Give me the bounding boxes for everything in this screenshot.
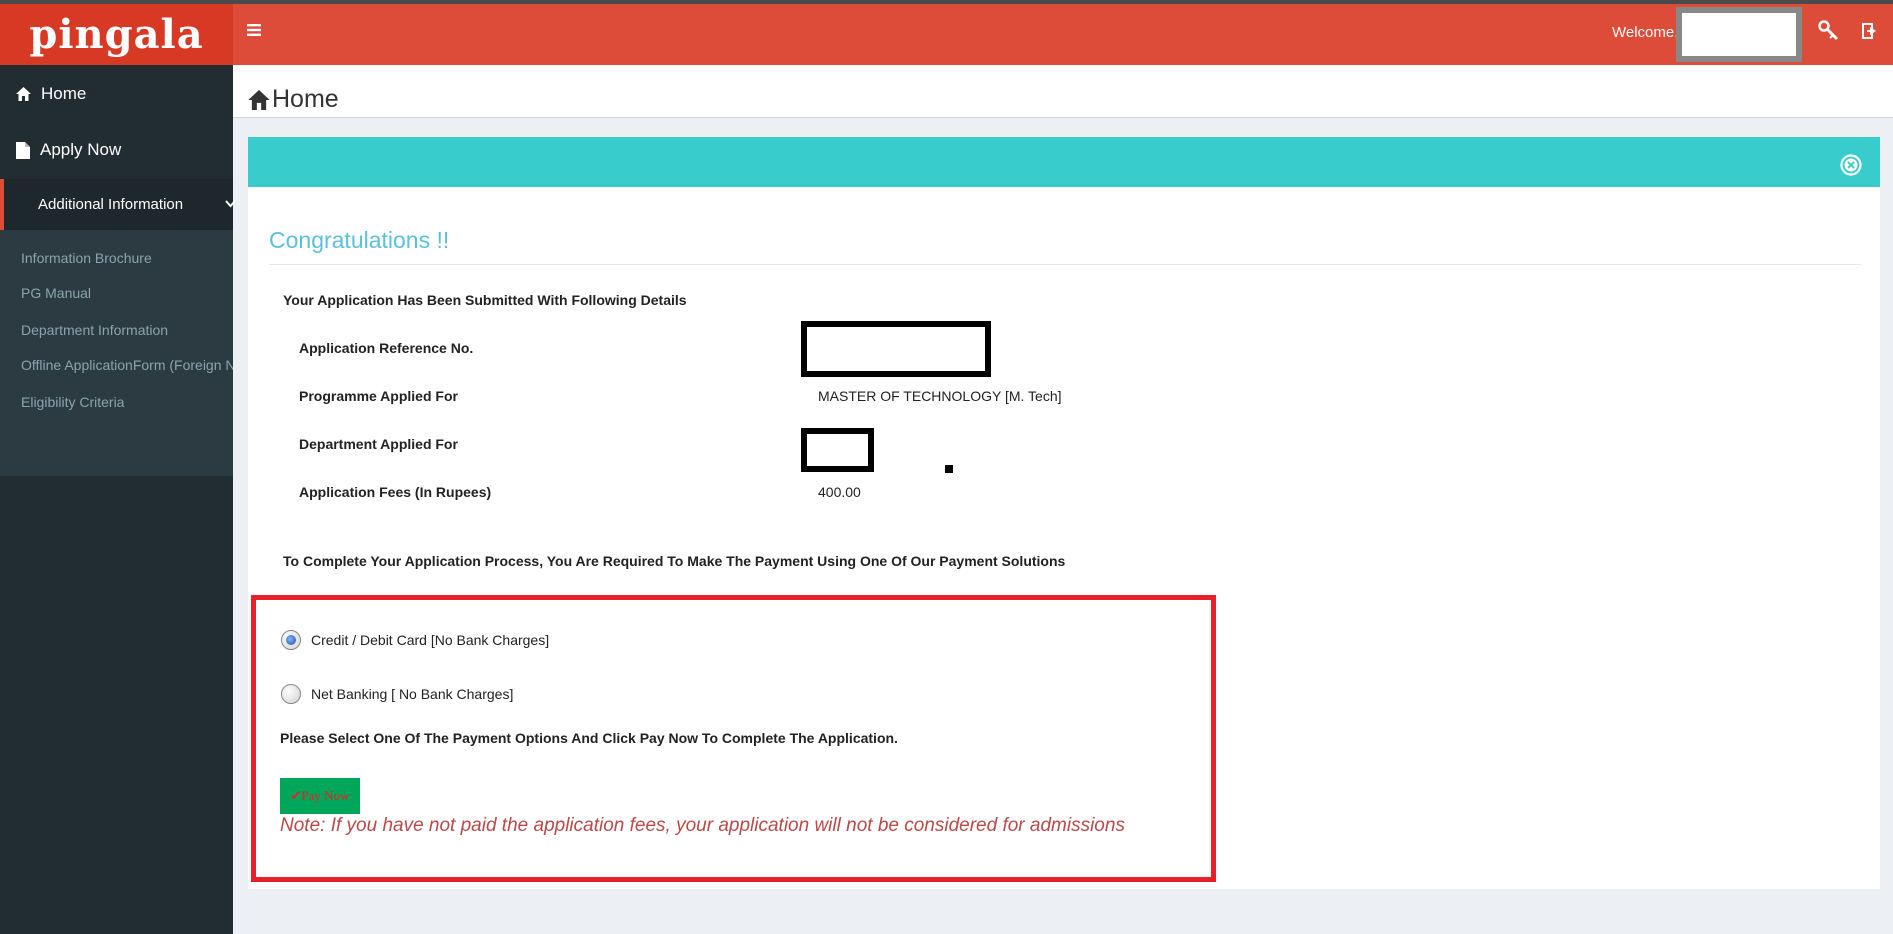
application-box: Congratulations !! Your Application Has …	[248, 137, 1880, 889]
radio-netbanking[interactable]	[281, 684, 301, 704]
redaction-mark	[945, 465, 953, 473]
home-icon	[248, 89, 270, 110]
payment-note: Note: If you have not paid the applicati…	[280, 815, 1125, 836]
payment-option-netbanking[interactable]: Net Banking [ No Bank Charges]	[281, 684, 513, 704]
sidebar-item-home[interactable]: Home	[0, 70, 233, 118]
redacted-application-reference	[801, 321, 991, 377]
payment-instruction: To Complete Your Application Process, Yo…	[283, 553, 1066, 569]
application-fees-value: 400.00	[818, 484, 861, 500]
key-icon[interactable]	[1818, 20, 1840, 42]
page-title-text: Home	[272, 85, 339, 113]
submission-subheading: Your Application Has Been Submitted With…	[283, 292, 687, 308]
content-header: Home	[233, 65, 1893, 118]
congratulations-heading: Congratulations !!	[269, 227, 450, 253]
department-label: Department Applied For	[299, 436, 458, 452]
sidebar-item-label: Apply Now	[40, 140, 122, 159]
sidebar-item-apply-now[interactable]: Apply Now	[0, 126, 233, 174]
pay-now-button[interactable]: ✔Pay Now	[280, 778, 360, 814]
payment-option-card[interactable]: Credit / Debit Card [No Bank Charges]	[281, 630, 549, 650]
submenu-item-department-information[interactable]: Department Information	[21, 322, 233, 338]
logo[interactable]: pingala	[0, 4, 233, 65]
sidebar-item-additional-information[interactable]: Additional Information	[0, 179, 236, 230]
hamburger-icon[interactable]	[247, 20, 261, 40]
logo-text: pingala	[29, 11, 204, 58]
programme-value: MASTER OF TECHNOLOGY [M. Tech]	[818, 388, 1062, 404]
submenu-item-pg-manual[interactable]: PG Manual	[21, 285, 233, 301]
payment-options-panel: Credit / Debit Card [No Bank Charges] Ne…	[251, 595, 1216, 882]
submenu-item-eligibility-criteria[interactable]: Eligibility Criteria	[21, 394, 233, 410]
application-fees-label: Application Fees (In Rupees)	[299, 484, 492, 500]
top-navbar: pingala Welcome,	[0, 0, 1893, 65]
sidebar: Home Apply Now Additional Information In…	[0, 65, 236, 934]
chevron-down-icon	[209, 195, 246, 211]
divider	[269, 264, 1861, 265]
box-header	[248, 137, 1880, 187]
select-payment-message: Please Select One Of The Payment Options…	[280, 730, 898, 746]
submenu-item-information-brochure[interactable]: Information Brochure	[21, 250, 233, 266]
logout-icon[interactable]	[1862, 22, 1880, 40]
username-field	[1676, 7, 1802, 62]
redacted-department	[801, 428, 874, 472]
application-reference-label: Application Reference No.	[299, 340, 474, 356]
sidebar-item-label: Additional Information	[38, 196, 184, 213]
close-circle-icon[interactable]	[1840, 154, 1862, 176]
page-title: Home	[248, 85, 339, 114]
payment-option-label: Credit / Debit Card [No Bank Charges]	[311, 632, 550, 648]
home-icon	[16, 87, 31, 101]
sidebar-submenu: Information Brochure PG Manual Departmen…	[0, 230, 233, 476]
radio-card[interactable]	[281, 630, 301, 650]
payment-option-label: Net Banking [ No Bank Charges]	[311, 686, 514, 702]
submenu-item-offline-application-form[interactable]: Offline ApplicationForm (Foreign Na	[21, 357, 233, 373]
window-strip	[0, 0, 1893, 4]
file-icon	[16, 141, 30, 159]
welcome-text: Welcome,	[1612, 24, 1679, 41]
programme-label: Programme Applied For	[299, 388, 458, 404]
sidebar-item-label: Home	[41, 84, 87, 103]
